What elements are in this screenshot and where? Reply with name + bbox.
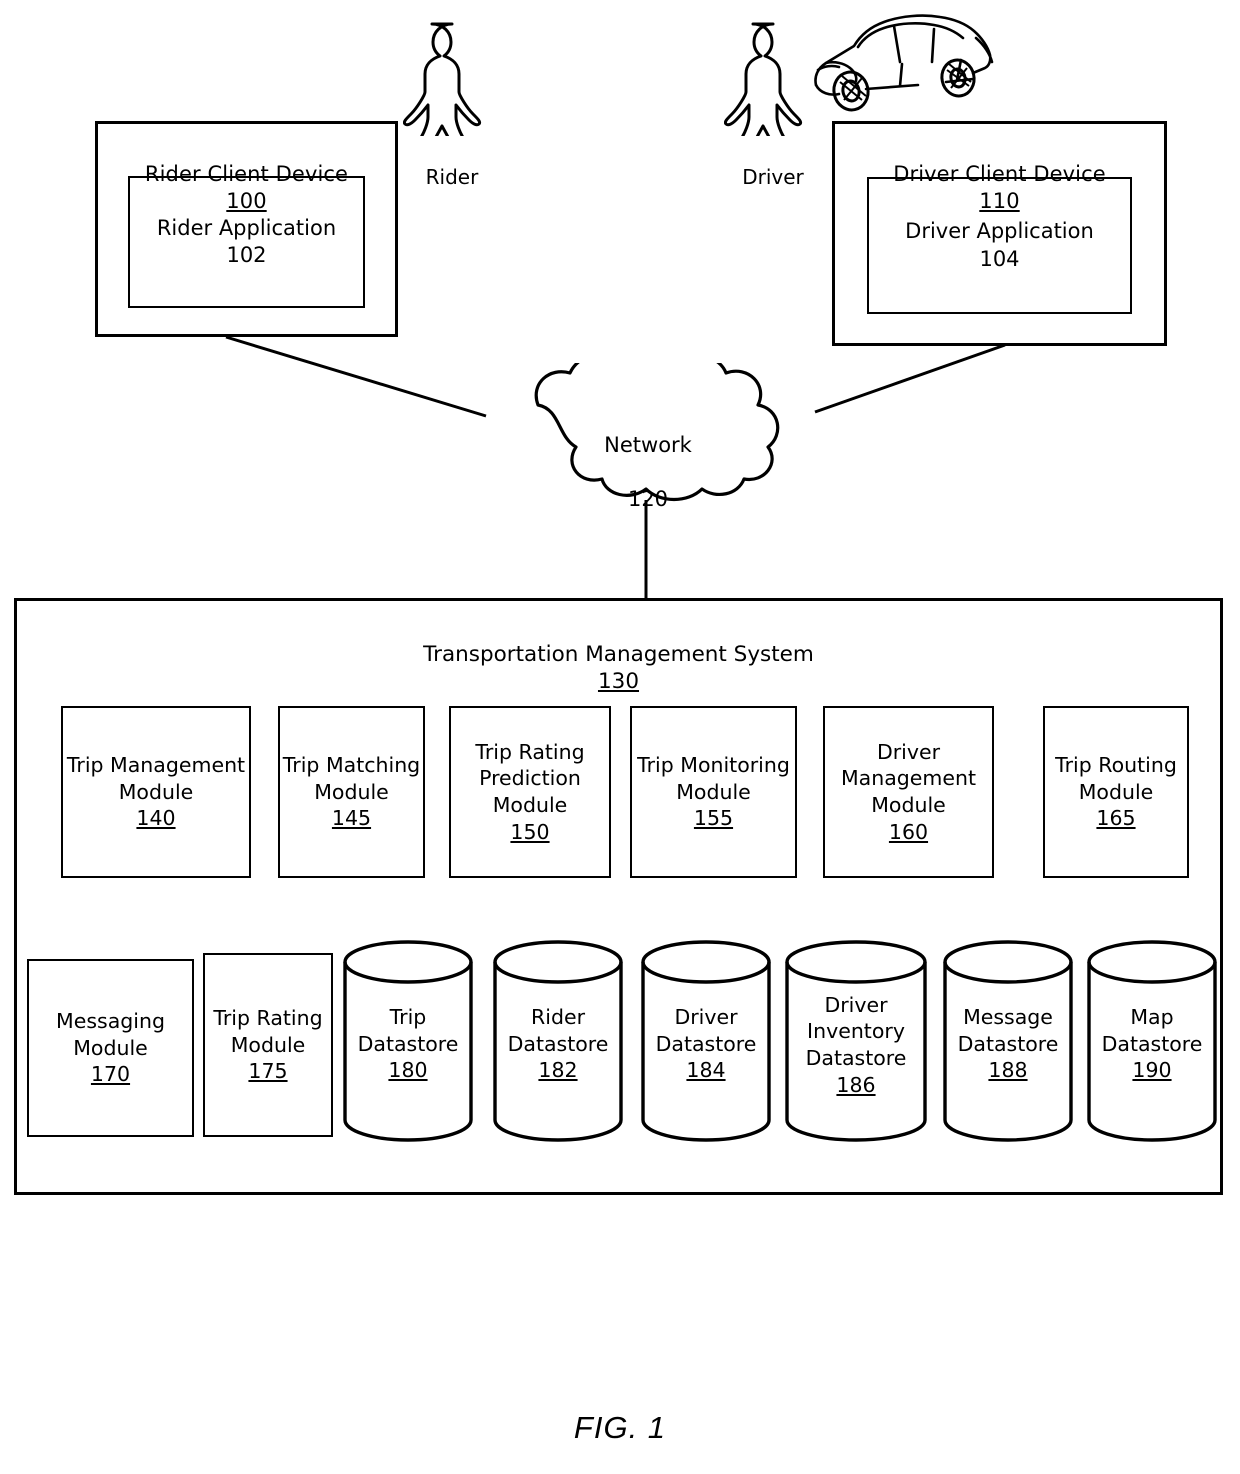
module-messaging-name: Messaging Module: [56, 1009, 165, 1060]
datastore-message-name: Message Datastore: [957, 1005, 1059, 1056]
module-trip-management[interactable]: Trip Management Module 140: [61, 706, 251, 878]
datastore-driver-ref: 184: [686, 1058, 726, 1083]
datastore-trip[interactable]: Trip Datastore 180: [341, 938, 475, 1144]
module-trip-monitoring[interactable]: Trip Monitoring Module 155: [630, 706, 797, 878]
rider-person-icon: [402, 18, 501, 151]
module-driver-management-name: Driver Management Module: [840, 739, 977, 817]
car-icon: [806, 8, 998, 118]
module-trip-rating-prediction-ref: 150: [510, 819, 550, 844]
tms-ref: 130: [597, 669, 640, 695]
rider-label: Rider: [425, 165, 479, 189]
driver-application-ref: 104: [979, 246, 1020, 271]
transportation-management-system-box[interactable]: Transportation Management System 130 Tri…: [14, 598, 1223, 1195]
network-label: Network: [604, 432, 692, 457]
rider-application-ref: 102: [226, 243, 267, 267]
tms-title-text: Transportation Management System: [423, 641, 814, 667]
module-trip-matching[interactable]: Trip Matching Module 145: [278, 706, 425, 878]
module-trip-rating-name: Trip Rating Module: [213, 1006, 323, 1057]
rider-application-box[interactable]: Rider Application 102: [128, 176, 365, 308]
module-trip-routing[interactable]: Trip Routing Module 165: [1043, 706, 1189, 878]
module-trip-matching-ref: 145: [331, 806, 372, 831]
network-label-group: Network 120: [452, 405, 844, 539]
network-ref: 120: [627, 486, 669, 511]
datastore-driver-inventory-name: Driver Inventory Datastore: [805, 992, 907, 1070]
driver-client-device-box[interactable]: Driver Client Device 110 Driver Applicat…: [832, 121, 1167, 346]
module-trip-rating-prediction[interactable]: Trip Rating Prediction Module 150: [449, 706, 611, 878]
driver-application-box[interactable]: Driver Application 104: [867, 177, 1132, 314]
module-trip-routing-name: Trip Routing Module: [1055, 753, 1177, 804]
datastore-message[interactable]: Message Datastore 188: [941, 938, 1075, 1144]
datastore-trip-label: Trip Datastore 180: [341, 1000, 475, 1088]
datastore-driver-label: Driver Datastore 184: [639, 1000, 773, 1088]
datastore-driver[interactable]: Driver Datastore 184: [639, 938, 773, 1144]
datastore-message-ref: 188: [988, 1058, 1028, 1083]
network-cloud-icon[interactable]: Network 120: [452, 346, 844, 511]
module-driver-management[interactable]: Driver Management Module 160: [823, 706, 994, 878]
module-messaging-ref: 170: [90, 1062, 131, 1087]
datastore-map[interactable]: Map Datastore 190: [1085, 938, 1219, 1144]
module-messaging[interactable]: Messaging Module 170: [27, 959, 194, 1137]
datastore-rider-label: Rider Datastore 182: [491, 1000, 625, 1088]
module-trip-management-ref: 140: [136, 806, 176, 831]
datastore-driver-inventory-label: Driver Inventory Datastore 186: [783, 986, 929, 1104]
figure-canvas: Rider Driver Rider Client Device 100 Rid…: [0, 0, 1240, 1474]
datastore-driver-inventory-ref: 186: [836, 1072, 876, 1097]
module-trip-monitoring-ref: 155: [693, 806, 734, 831]
datastore-map-name: Map Datastore: [1101, 1005, 1203, 1056]
datastore-driver-inventory[interactable]: Driver Inventory Datastore 186: [783, 938, 929, 1144]
module-trip-monitoring-name: Trip Monitoring Module: [637, 753, 790, 804]
datastore-trip-ref: 180: [388, 1058, 428, 1083]
tms-title: Transportation Management System 130: [17, 613, 1220, 696]
module-trip-rating-ref: 175: [248, 1059, 288, 1084]
datastore-rider-name: Rider Datastore: [507, 1005, 609, 1056]
module-trip-rating-prediction-name: Trip Rating Prediction Module: [475, 739, 585, 817]
datastore-driver-name: Driver Datastore: [655, 1005, 757, 1056]
driver-label: Driver: [742, 165, 804, 189]
datastore-rider-ref: 182: [538, 1058, 578, 1083]
figure-caption: FIG. 1: [573, 1410, 667, 1445]
driver-application-name: Driver Application: [905, 219, 1094, 244]
rider-application-name: Rider Application: [156, 215, 337, 240]
module-driver-management-ref: 160: [888, 819, 929, 844]
rider-client-device-box[interactable]: Rider Client Device 100 Rider Applicatio…: [95, 121, 398, 337]
module-trip-rating[interactable]: Trip Rating Module 175: [203, 953, 333, 1137]
datastore-map-label: Map Datastore 190: [1085, 1000, 1219, 1088]
module-trip-matching-name: Trip Matching Module: [282, 753, 421, 804]
datastore-message-label: Message Datastore 188: [941, 1000, 1075, 1088]
datastore-trip-name: Trip Datastore: [357, 1005, 459, 1056]
datastore-rider[interactable]: Rider Datastore 182: [491, 938, 625, 1144]
datastore-map-ref: 190: [1132, 1058, 1172, 1083]
module-trip-routing-ref: 165: [1096, 806, 1136, 831]
module-trip-management-name: Trip Management Module: [66, 753, 246, 804]
